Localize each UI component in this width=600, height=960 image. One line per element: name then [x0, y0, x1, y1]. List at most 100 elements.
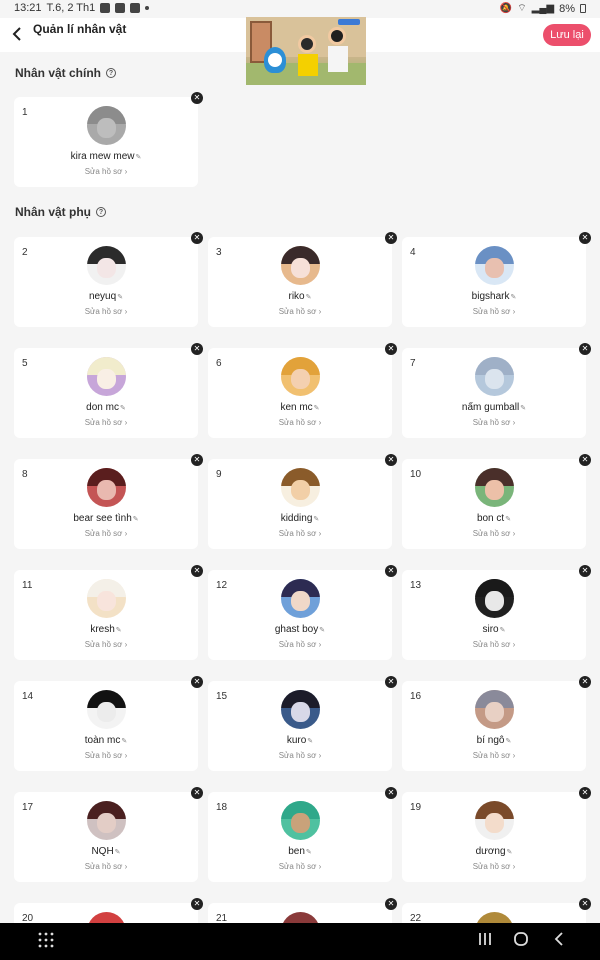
remove-character-button[interactable]: ✕ — [385, 676, 397, 688]
edit-pencil-icon[interactable]: ✎ — [133, 516, 139, 523]
character-avatar[interactable] — [281, 801, 320, 840]
edit-profile-link[interactable]: Sửa hồ sơ › — [402, 307, 586, 316]
character-avatar[interactable] — [475, 801, 514, 840]
edit-profile-link[interactable]: Sửa hồ sơ › — [208, 751, 392, 760]
character-avatar[interactable] — [281, 357, 320, 396]
character-card[interactable]: 8 bear see tình✎ Sửa hồ sơ › — [14, 459, 198, 549]
edit-profile-link[interactable]: Sửa hồ sơ › — [14, 167, 198, 176]
remove-character-button[interactable]: ✕ — [385, 343, 397, 355]
edit-pencil-icon[interactable]: ✎ — [136, 154, 142, 161]
edit-pencil-icon[interactable]: ✎ — [319, 627, 325, 634]
character-avatar[interactable] — [87, 579, 126, 618]
character-card[interactable]: 3 riko✎ Sửa hồ sơ › — [208, 237, 392, 327]
edit-profile-link[interactable]: Sửa hồ sơ › — [14, 751, 198, 760]
edit-pencil-icon[interactable]: ✎ — [510, 294, 516, 301]
edit-pencil-icon[interactable]: ✎ — [507, 849, 513, 856]
remove-character-button[interactable]: ✕ — [191, 787, 203, 799]
edit-profile-link[interactable]: Sửa hồ sơ › — [208, 307, 392, 316]
edit-pencil-icon[interactable]: ✎ — [307, 738, 313, 745]
character-card[interactable]: 2 neyuq✎ Sửa hồ sơ › — [14, 237, 198, 327]
edit-pencil-icon[interactable]: ✎ — [116, 627, 122, 634]
edit-pencil-icon[interactable]: ✎ — [120, 405, 126, 412]
character-card[interactable]: 6 ken mc✎ Sửa hồ sơ › — [208, 348, 392, 438]
edit-pencil-icon[interactable]: ✎ — [505, 738, 511, 745]
edit-pencil-icon[interactable]: ✎ — [505, 516, 511, 523]
remove-character-button[interactable]: ✕ — [191, 92, 203, 104]
character-card[interactable]: 11 kresh✎ Sửa hồ sơ › — [14, 570, 198, 660]
edit-pencil-icon[interactable]: ✎ — [314, 405, 320, 412]
character-card[interactable]: 5 don mc✎ Sửa hồ sơ › — [14, 348, 198, 438]
character-card[interactable]: 7 nấm gumball✎ Sửa hồ sơ › — [402, 348, 586, 438]
edit-profile-link[interactable]: Sửa hồ sơ › — [402, 640, 586, 649]
character-card[interactable]: 10 bon ct✎ Sửa hồ sơ › — [402, 459, 586, 549]
remove-character-button[interactable]: ✕ — [579, 676, 591, 688]
remove-character-button[interactable]: ✕ — [191, 232, 203, 244]
remove-character-button[interactable]: ✕ — [191, 343, 203, 355]
edit-pencil-icon[interactable]: ✎ — [115, 849, 121, 856]
character-card[interactable]: 1 kira mew mew✎ Sửa hồ sơ › — [14, 97, 198, 187]
remove-character-button[interactable]: ✕ — [385, 898, 397, 910]
edit-pencil-icon[interactable]: ✎ — [121, 738, 127, 745]
character-avatar[interactable] — [475, 690, 514, 729]
character-avatar[interactable] — [281, 468, 320, 507]
character-avatar[interactable] — [475, 579, 514, 618]
back-nav-icon[interactable] — [553, 932, 573, 952]
remove-character-button[interactable]: ✕ — [385, 232, 397, 244]
edit-profile-link[interactable]: Sửa hồ sơ › — [14, 640, 198, 649]
character-card[interactable]: 9 kidding✎ Sửa hồ sơ › — [208, 459, 392, 549]
remove-character-button[interactable]: ✕ — [579, 565, 591, 577]
edit-profile-link[interactable]: Sửa hồ sơ › — [402, 862, 586, 871]
edit-profile-link[interactable]: Sửa hồ sơ › — [402, 751, 586, 760]
character-card[interactable]: 18 ben✎ Sửa hồ sơ › — [208, 792, 392, 882]
character-card[interactable]: 19 dương✎ Sửa hồ sơ › — [402, 792, 586, 882]
edit-profile-link[interactable]: Sửa hồ sơ › — [14, 862, 198, 871]
remove-character-button[interactable]: ✕ — [191, 676, 203, 688]
character-avatar[interactable] — [281, 246, 320, 285]
remove-character-button[interactable]: ✕ — [191, 898, 203, 910]
remove-character-button[interactable]: ✕ — [579, 454, 591, 466]
character-avatar[interactable] — [87, 801, 126, 840]
character-avatar[interactable] — [87, 246, 126, 285]
edit-profile-link[interactable]: Sửa hồ sơ › — [402, 529, 586, 538]
edit-profile-link[interactable]: Sửa hồ sơ › — [208, 418, 392, 427]
character-avatar[interactable] — [475, 246, 514, 285]
character-card[interactable]: 15 kuro✎ Sửa hồ sơ › — [208, 681, 392, 771]
character-card[interactable]: 16 bí ngô✎ Sửa hồ sơ › — [402, 681, 586, 771]
edit-pencil-icon[interactable]: ✎ — [520, 405, 526, 412]
character-avatar[interactable] — [475, 468, 514, 507]
edit-profile-link[interactable]: Sửa hồ sơ › — [14, 529, 198, 538]
remove-character-button[interactable]: ✕ — [191, 454, 203, 466]
remove-character-button[interactable]: ✕ — [579, 343, 591, 355]
edit-pencil-icon[interactable]: ✎ — [306, 294, 312, 301]
home-icon[interactable] — [514, 932, 534, 952]
remove-character-button[interactable]: ✕ — [385, 565, 397, 577]
remove-character-button[interactable]: ✕ — [385, 454, 397, 466]
character-card[interactable]: 17 NQH✎ Sửa hồ sơ › — [14, 792, 198, 882]
character-avatar[interactable] — [281, 690, 320, 729]
edit-pencil-icon[interactable]: ✎ — [313, 516, 319, 523]
edit-pencil-icon[interactable]: ✎ — [117, 294, 123, 301]
character-avatar[interactable] — [475, 357, 514, 396]
back-button[interactable] — [8, 24, 26, 44]
edit-profile-link[interactable]: Sửa hồ sơ › — [402, 418, 586, 427]
remove-character-button[interactable]: ✕ — [579, 232, 591, 244]
edit-pencil-icon[interactable]: ✎ — [500, 627, 506, 634]
remove-character-button[interactable]: ✕ — [579, 787, 591, 799]
character-card[interactable]: 13 siro✎ Sửa hồ sơ › — [402, 570, 586, 660]
edit-profile-link[interactable]: Sửa hồ sơ › — [208, 529, 392, 538]
character-card[interactable]: 12 ghast boy✎ Sửa hồ sơ › — [208, 570, 392, 660]
help-icon[interactable]: ? — [106, 68, 117, 78]
character-card[interactable]: 4 bigshark✎ Sửa hồ sơ › — [402, 237, 586, 327]
recent-apps-icon[interactable] — [478, 932, 498, 952]
character-avatar[interactable] — [281, 579, 320, 618]
edit-pencil-icon[interactable]: ✎ — [306, 849, 312, 856]
remove-character-button[interactable]: ✕ — [191, 565, 203, 577]
character-card[interactable]: 14 toàn mc✎ Sửa hồ sơ › — [14, 681, 198, 771]
save-button[interactable]: Lưu lại — [543, 24, 591, 46]
floating-video-thumbnail[interactable] — [246, 17, 366, 85]
character-avatar[interactable] — [87, 468, 126, 507]
character-avatar[interactable] — [87, 106, 126, 145]
edit-profile-link[interactable]: Sửa hồ sơ › — [14, 418, 198, 427]
remove-character-button[interactable]: ✕ — [385, 787, 397, 799]
edit-profile-link[interactable]: Sửa hồ sơ › — [208, 640, 392, 649]
